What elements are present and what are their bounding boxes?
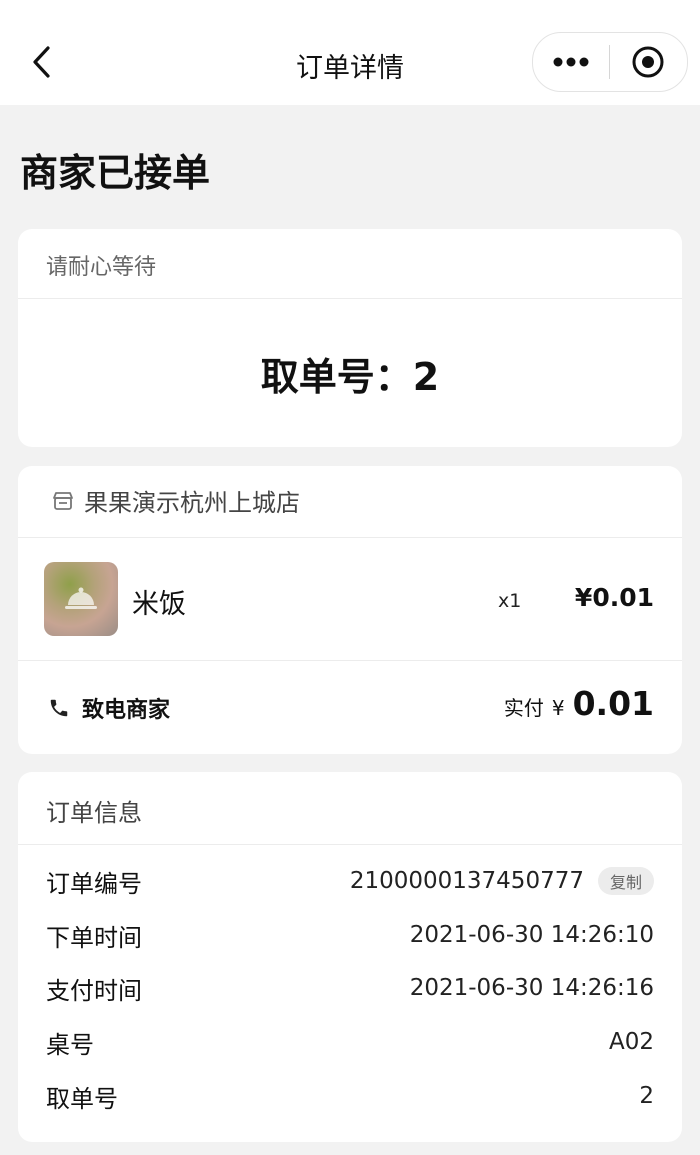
paid-amount: 0.01 xyxy=(572,684,654,723)
copy-button[interactable]: 复制 xyxy=(597,867,654,895)
close-mini-program-button[interactable] xyxy=(610,33,686,91)
info-label: 桌号 xyxy=(46,1030,94,1059)
pay-time-value: 2021-06-30 14:26:16 xyxy=(409,975,654,1001)
paid-currency: ¥ xyxy=(551,696,565,720)
info-row-order-number: 订单编号 2100000137450777 复制 xyxy=(46,864,654,898)
pickup-number: 取单号：2 xyxy=(260,355,440,399)
info-label: 支付时间 xyxy=(46,976,142,1005)
divider xyxy=(18,537,682,538)
mini-program-capsule xyxy=(532,32,688,92)
order-items-card: 果果演示杭州上城店 米饭 x1 ¥0.01 致电商家 实付 ¥ 0.01 xyxy=(18,466,682,754)
pickup-card: 请耐心等待 取单号：2 xyxy=(18,229,682,447)
info-row-pickup-number: 取单号 2 xyxy=(46,1079,654,1113)
target-circle-icon xyxy=(632,46,664,78)
paid-total: 实付 ¥ 0.01 xyxy=(504,684,654,723)
info-row-order-time: 下单时间 2021-06-30 14:26:10 xyxy=(46,918,654,952)
order-status-title: 商家已接单 xyxy=(20,151,211,195)
navigation-bar: 订单详情 xyxy=(0,0,700,105)
store-icon xyxy=(53,491,73,510)
item-price: ¥0.01 xyxy=(574,583,654,612)
divider xyxy=(18,844,682,845)
more-dots-icon xyxy=(553,57,589,67)
call-merchant-label: 致电商家 xyxy=(82,698,171,723)
paid-label: 实付 xyxy=(503,696,544,720)
info-row-table-number: 桌号 A02 xyxy=(46,1025,654,1059)
order-info-card: 订单信息 订单编号 2100000137450777 复制 下单时间 2021-… xyxy=(18,772,682,1142)
store-header[interactable]: 果果演示杭州上城店 xyxy=(52,483,300,518)
phone-icon xyxy=(50,699,68,717)
more-button[interactable] xyxy=(533,33,609,91)
order-info-title: 订单信息 xyxy=(46,799,142,827)
pickup-number-value: 2 xyxy=(639,1083,654,1109)
info-label: 订单编号 xyxy=(46,869,142,898)
info-label: 下单时间 xyxy=(46,923,142,952)
order-number-value: 2100000137450777 xyxy=(349,868,584,894)
divider xyxy=(18,660,682,661)
info-label: 取单号 xyxy=(46,1084,118,1113)
item-name: 米饭 xyxy=(132,589,186,620)
call-merchant-button[interactable]: 致电商家 xyxy=(48,692,170,724)
info-row-pay-time: 支付时间 2021-06-30 14:26:16 xyxy=(46,971,654,1005)
store-name: 果果演示杭州上城店 xyxy=(84,489,300,517)
divider xyxy=(18,298,682,299)
cloche-icon xyxy=(65,587,97,609)
food-thumbnail xyxy=(44,562,118,636)
wait-message: 请耐心等待 xyxy=(46,255,157,280)
item-quantity: x1 xyxy=(498,590,522,612)
table-number-value: A02 xyxy=(608,1029,654,1055)
order-time-value: 2021-06-30 14:26:10 xyxy=(409,922,654,948)
